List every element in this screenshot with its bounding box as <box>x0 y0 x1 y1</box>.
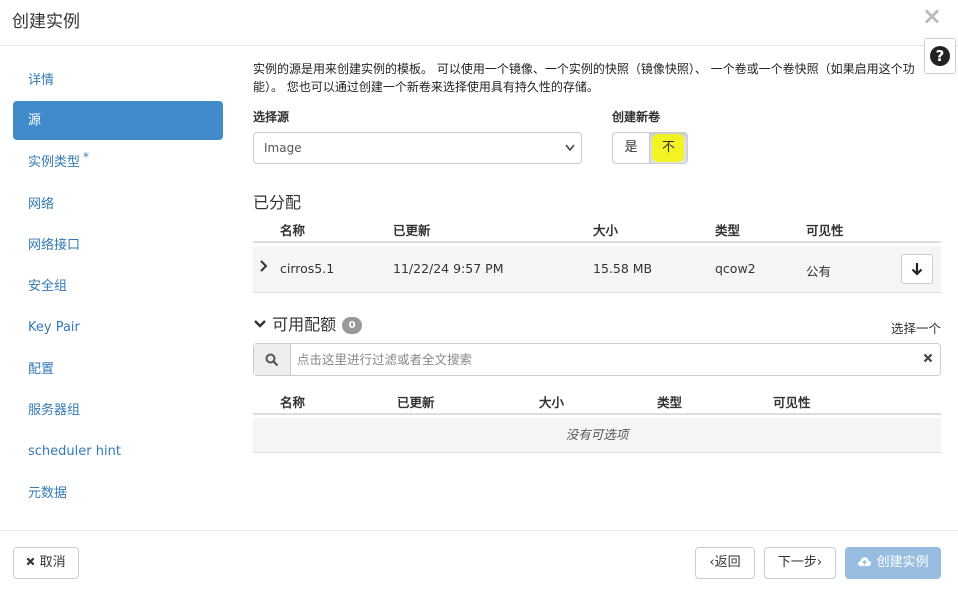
nav-item-scheduler-hints[interactable]: scheduler hint <box>13 431 223 472</box>
col-updated[interactable]: 已更新 <box>393 220 431 239</box>
source-label: 选择源 <box>253 110 290 124</box>
chevron-down-icon <box>565 133 575 176</box>
col-size[interactable]: 大小 <box>593 220 618 239</box>
cancel-label: 取消 <box>39 555 66 570</box>
search-icon <box>254 344 291 375</box>
new-volume-label: 创建新卷 <box>612 110 661 124</box>
nav-item-server-groups[interactable]: 服务器组 <box>13 390 223 431</box>
cancel-button[interactable]: 取消 <box>13 547 79 579</box>
row-type: qcow2 <box>715 261 756 276</box>
clear-icon[interactable] <box>916 344 940 375</box>
nav-item-key-pair[interactable]: Key Pair <box>13 307 223 348</box>
nav-item-configuration[interactable]: 配置 <box>13 349 223 390</box>
new-volume-no-button[interactable]: 不 <box>650 132 688 164</box>
table-row: cirros5.1 11/22/24 9:57 PM 15.58 MB qcow… <box>253 246 941 293</box>
wizard-nav: 详情 源 实例类型 * 网络 网络接口 安全组 Key Pair 配置 服务器组 … <box>13 60 223 514</box>
create-label: 创建实例 <box>876 555 929 570</box>
row-size: 15.58 MB <box>593 261 653 276</box>
nav-item-label: 实例类型 <box>28 155 81 171</box>
empty-row: 没有可选项 <box>253 418 941 453</box>
nav-item-source[interactable]: 源 <box>13 101 223 141</box>
row-name: cirros5.1 <box>280 261 335 276</box>
chevron-right-icon[interactable] <box>259 259 269 276</box>
row-visibility: 公有 <box>806 264 832 279</box>
nav-item-details[interactable]: 详情 <box>13 60 223 101</box>
required-star: * <box>83 150 90 165</box>
nav-item-networks[interactable]: 网络 <box>13 184 223 225</box>
modal-title: 创建实例 <box>12 12 80 32</box>
available-title-wrap[interactable]: 可用配额 0 <box>253 311 363 335</box>
close-icon[interactable]: × <box>922 2 942 30</box>
nav-item-network-ports[interactable]: 网络接口 <box>13 225 223 266</box>
search-input[interactable]: 点击这里进行过滤或者全文搜索 <box>291 344 916 375</box>
col-type[interactable]: 类型 <box>657 392 682 411</box>
close-icon <box>27 557 35 566</box>
source-panel: 实例的源是用来创建实例的模板。 可以使用一个镜像、一个实例的快照（镜像快照）、 … <box>253 60 941 96</box>
available-title: 可用配额 <box>272 315 337 334</box>
col-visibility[interactable]: 可见性 <box>806 220 844 239</box>
intro-text: 实例的源是用来创建实例的模板。 可以使用一个镜像、一个实例的快照（镜像快照）、 … <box>253 62 915 94</box>
new-volume-no-label: 不 <box>661 140 675 155</box>
deallocate-button[interactable] <box>901 254 933 284</box>
allocated-table-header: 名称 已更新 大小 类型 可见性 <box>253 213 941 243</box>
nav-item-metadata[interactable]: 元数据 <box>13 473 223 514</box>
cloud-upload-icon <box>858 557 872 567</box>
arrow-down-icon <box>911 263 923 276</box>
source-select-value: Image <box>264 141 302 155</box>
available-table-header: 名称 已更新 大小 类型 可见性 <box>253 385 941 415</box>
col-name[interactable]: 名称 <box>280 220 305 239</box>
row-updated: 11/22/24 9:57 PM <box>393 261 504 276</box>
col-type[interactable]: 类型 <box>715 220 740 239</box>
modal-footer: 取消 ‹返回 下一步› 创建实例 <box>0 530 958 589</box>
nav-item-flavor[interactable]: 实例类型 * <box>13 142 223 183</box>
col-name[interactable]: 名称 <box>280 392 305 411</box>
source-select[interactable]: Image <box>253 132 582 164</box>
modal-header: 创建实例 × <box>0 0 958 46</box>
chevron-down-icon <box>254 320 266 328</box>
next-button[interactable]: 下一步› <box>764 547 836 579</box>
nav-item-security-groups[interactable]: 安全组 <box>13 266 223 307</box>
allocated-title: 已分配 <box>253 193 302 212</box>
back-button[interactable]: ‹返回 <box>695 547 755 579</box>
search-bar: 点击这里进行过滤或者全文搜索 <box>253 343 941 376</box>
new-volume-yes-button[interactable]: 是 <box>612 132 650 164</box>
col-updated[interactable]: 已更新 <box>397 392 435 411</box>
select-one-label: 选择一个 <box>890 321 941 336</box>
available-count-badge: 0 <box>342 317 363 334</box>
new-volume-toggle: 是 不 <box>612 132 688 164</box>
col-visibility[interactable]: 可见性 <box>773 392 811 411</box>
create-instance-button[interactable]: 创建实例 <box>845 547 941 579</box>
col-size[interactable]: 大小 <box>539 392 564 411</box>
